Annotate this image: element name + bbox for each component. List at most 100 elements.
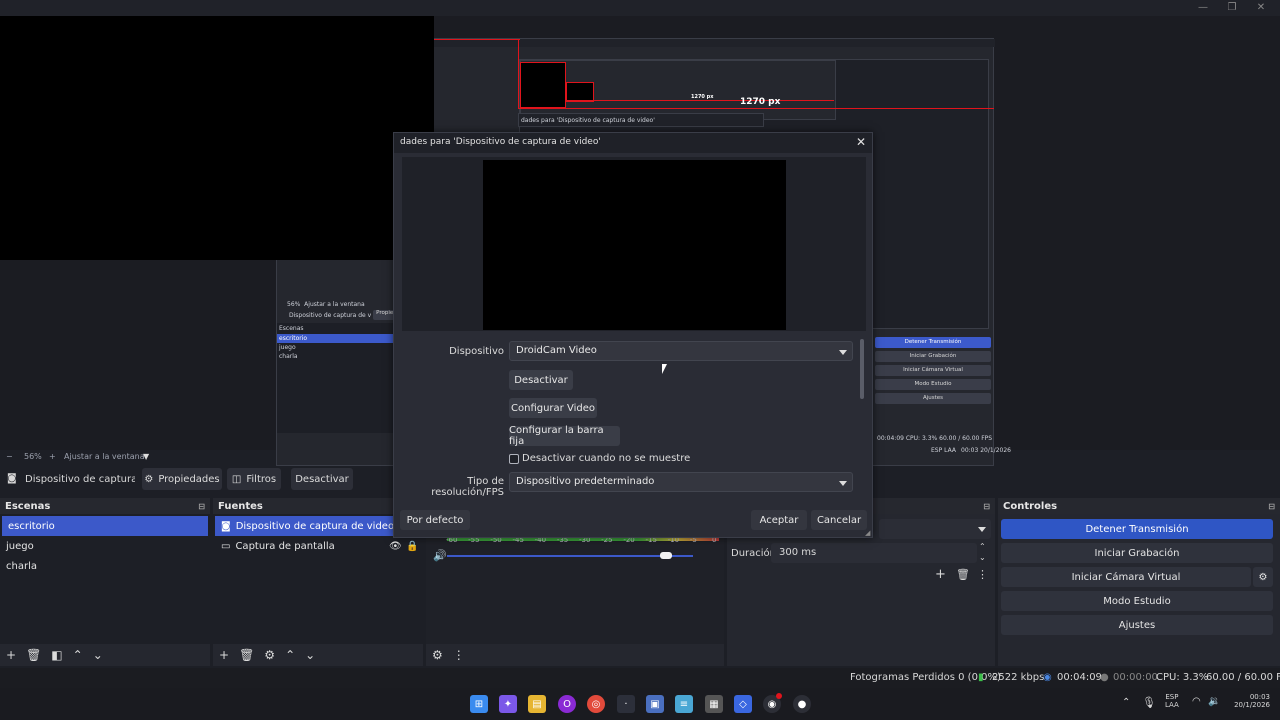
chevron-down-icon[interactable]: ▼ xyxy=(143,452,149,461)
opera-icon[interactable]: O xyxy=(558,695,576,713)
fit-to-window-dropdown[interactable]: Ajustar a la ventana xyxy=(64,452,145,461)
measure-label: 1270 px xyxy=(740,97,781,107)
close-icon[interactable]: ✕ xyxy=(856,135,866,149)
file-explorer-icon[interactable]: ▤ xyxy=(528,695,546,713)
clock-date: 20/1/2026 xyxy=(1234,701,1270,709)
undock-icon[interactable]: ⊟ xyxy=(983,502,990,511)
camera-icon: ◙ xyxy=(7,473,17,484)
gear-icon[interactable]: ⚙ xyxy=(432,648,443,662)
deactivate-device-button[interactable]: Desactivar xyxy=(509,370,573,390)
status-bar: Fotogramas Perdidos 0 (0.0%) ▮ 2522 kbps… xyxy=(0,668,1280,688)
app-icon[interactable]: · xyxy=(617,695,635,713)
chevron-down-icon xyxy=(839,481,847,486)
trash-icon[interactable]: 🗑 xyxy=(26,648,41,662)
menu-icon[interactable]: ⋮ xyxy=(977,568,988,581)
virtual-camera-settings[interactable]: ⚙ xyxy=(1253,567,1273,587)
wifi-icon[interactable]: ◠ xyxy=(1192,696,1201,707)
gear-icon[interactable]: ⚙ xyxy=(264,648,275,662)
stepper-down-icon[interactable]: ⌄ xyxy=(979,553,986,562)
device-select[interactable]: DroidCam Video xyxy=(509,341,853,361)
undock-icon[interactable]: ⊟ xyxy=(198,502,205,511)
nested-control-button: Iniciar Cámara Virtual xyxy=(875,365,991,376)
nested-control-button: Iniciar Grabación xyxy=(875,351,991,362)
configure-crossbar-button[interactable]: Configurar la barra fija xyxy=(509,425,620,447)
nested-clock: 00:03 20/1/2026 xyxy=(961,447,1011,454)
chevron-up-icon[interactable]: ⌃ xyxy=(73,648,83,662)
add-transition-icon[interactable]: + xyxy=(935,567,946,582)
dialog-preview-video xyxy=(483,160,786,330)
selected-source-name: Dispositivo de captura de v xyxy=(25,474,135,485)
language-indicator[interactable]: ESP LAA xyxy=(1165,693,1179,709)
controls-title: Controles xyxy=(1003,500,1058,512)
trash-icon[interactable]: 🗑 xyxy=(239,648,254,662)
accept-button[interactable]: Aceptar xyxy=(751,510,807,530)
stepper-up-icon[interactable]: ⌃ xyxy=(979,542,986,551)
sources-header: Fuentes xyxy=(213,498,423,514)
volume-slider-track[interactable] xyxy=(447,555,693,557)
stop-stream-button[interactable]: Detener Transmisión xyxy=(1001,519,1273,539)
droidcam-icon[interactable]: ● xyxy=(793,695,811,713)
minimize-icon[interactable]: — xyxy=(1196,2,1210,13)
scene-item-charla[interactable]: charla xyxy=(0,556,210,576)
mixer-footer: ⚙ ⋮ xyxy=(426,644,724,666)
studio-mode-button[interactable]: Modo Estudio xyxy=(1001,591,1273,611)
chevron-down-icon[interactable]: ⌄ xyxy=(305,648,315,662)
defaults-button[interactable]: Por defecto xyxy=(400,510,470,530)
roblox-icon[interactable]: ◇ xyxy=(734,695,752,713)
undock-icon[interactable]: ⊟ xyxy=(1268,502,1275,511)
configure-video-button[interactable]: Configurar Video xyxy=(509,398,597,418)
fps: 60.00 / 60.00 FPS xyxy=(1206,672,1280,683)
maximize-icon[interactable]: ❐ xyxy=(1225,2,1239,13)
cancel-button[interactable]: Cancelar xyxy=(811,510,867,530)
gear-icon: ⚙ xyxy=(144,473,154,485)
deactivate-button[interactable]: Desactivar xyxy=(291,468,353,490)
resolution-select[interactable]: Dispositivo predeterminado xyxy=(509,472,853,492)
copilot-icon[interactable]: ✦ xyxy=(499,695,517,713)
filter-icon[interactable]: ◧ xyxy=(51,648,62,662)
stream-icon: ◉ xyxy=(1043,672,1052,683)
settings-button[interactable]: Ajustes xyxy=(1001,615,1273,635)
device-label: Dispositivo xyxy=(449,346,504,357)
zoom-out-button[interactable]: − xyxy=(6,452,13,461)
source-item-video-capture[interactable]: ◙ Dispositivo de captura de video xyxy=(215,516,421,536)
nested-control-button: Ajustes xyxy=(875,393,991,404)
start-recording-button[interactable]: Iniciar Grabación xyxy=(1001,543,1273,563)
transition-select[interactable] xyxy=(879,519,991,539)
speaker-icon[interactable]: 🔊 xyxy=(433,549,447,562)
sources-title: Fuentes xyxy=(218,500,263,512)
microphone-icon[interactable]: 🎙 xyxy=(1142,696,1156,709)
eye-icon[interactable]: 👁 xyxy=(389,541,402,552)
notepad-icon[interactable]: ≡ xyxy=(675,695,693,713)
scene-item-escritorio[interactable]: escritorio xyxy=(2,516,208,536)
photos-icon[interactable]: ▣ xyxy=(646,695,664,713)
menu-icon[interactable]: ⋮ xyxy=(453,648,465,662)
clock[interactable]: 00:03 20/1/2026 xyxy=(1230,693,1270,709)
windows-start-icon[interactable]: ⊞ xyxy=(470,695,488,713)
zoom-in-button[interactable]: + xyxy=(49,452,56,461)
chevron-up-icon[interactable]: ⌃ xyxy=(285,648,295,662)
measure-label-small: 1270 px xyxy=(691,94,714,100)
lock-icon[interactable]: 🔒 xyxy=(406,541,418,552)
filters-button[interactable]: ◫ Filtros xyxy=(227,468,281,490)
chevron-up-icon[interactable]: ⌃ xyxy=(1122,697,1130,708)
resize-grip-icon[interactable]: ◢ xyxy=(865,529,870,537)
calculator-icon[interactable]: ▦ xyxy=(705,695,723,713)
deactivate-when-hidden-checkbox[interactable] xyxy=(509,454,519,464)
add-scene-icon[interactable]: + xyxy=(6,648,16,662)
close-icon[interactable]: ✕ xyxy=(1254,2,1268,13)
chrome-icon[interactable]: ◎ xyxy=(587,695,605,713)
add-source-icon[interactable]: + xyxy=(219,648,229,662)
chevron-down-icon[interactable]: ⌄ xyxy=(93,648,103,662)
dialog-scrollbar-thumb[interactable] xyxy=(860,339,864,399)
virtual-camera-button[interactable]: Iniciar Cámara Virtual xyxy=(1001,567,1251,587)
source-item-screen-capture[interactable]: ▭ Captura de pantalla 👁 🔒 xyxy=(213,536,423,556)
volume-icon[interactable]: 🔉 xyxy=(1208,696,1220,707)
mouse-cursor xyxy=(662,364,667,374)
duration-input[interactable]: 300 ms xyxy=(771,543,977,563)
scenes-list: escritorio juego charla xyxy=(0,514,210,644)
trash-icon[interactable]: 🗑 xyxy=(956,568,970,581)
volume-slider-handle[interactable] xyxy=(659,552,672,559)
scene-item-juego[interactable]: juego xyxy=(0,536,210,556)
dialog-title: dades para 'Dispositivo de captura de vi… xyxy=(400,137,601,147)
properties-button[interactable]: ⚙ Propiedades xyxy=(142,468,222,490)
